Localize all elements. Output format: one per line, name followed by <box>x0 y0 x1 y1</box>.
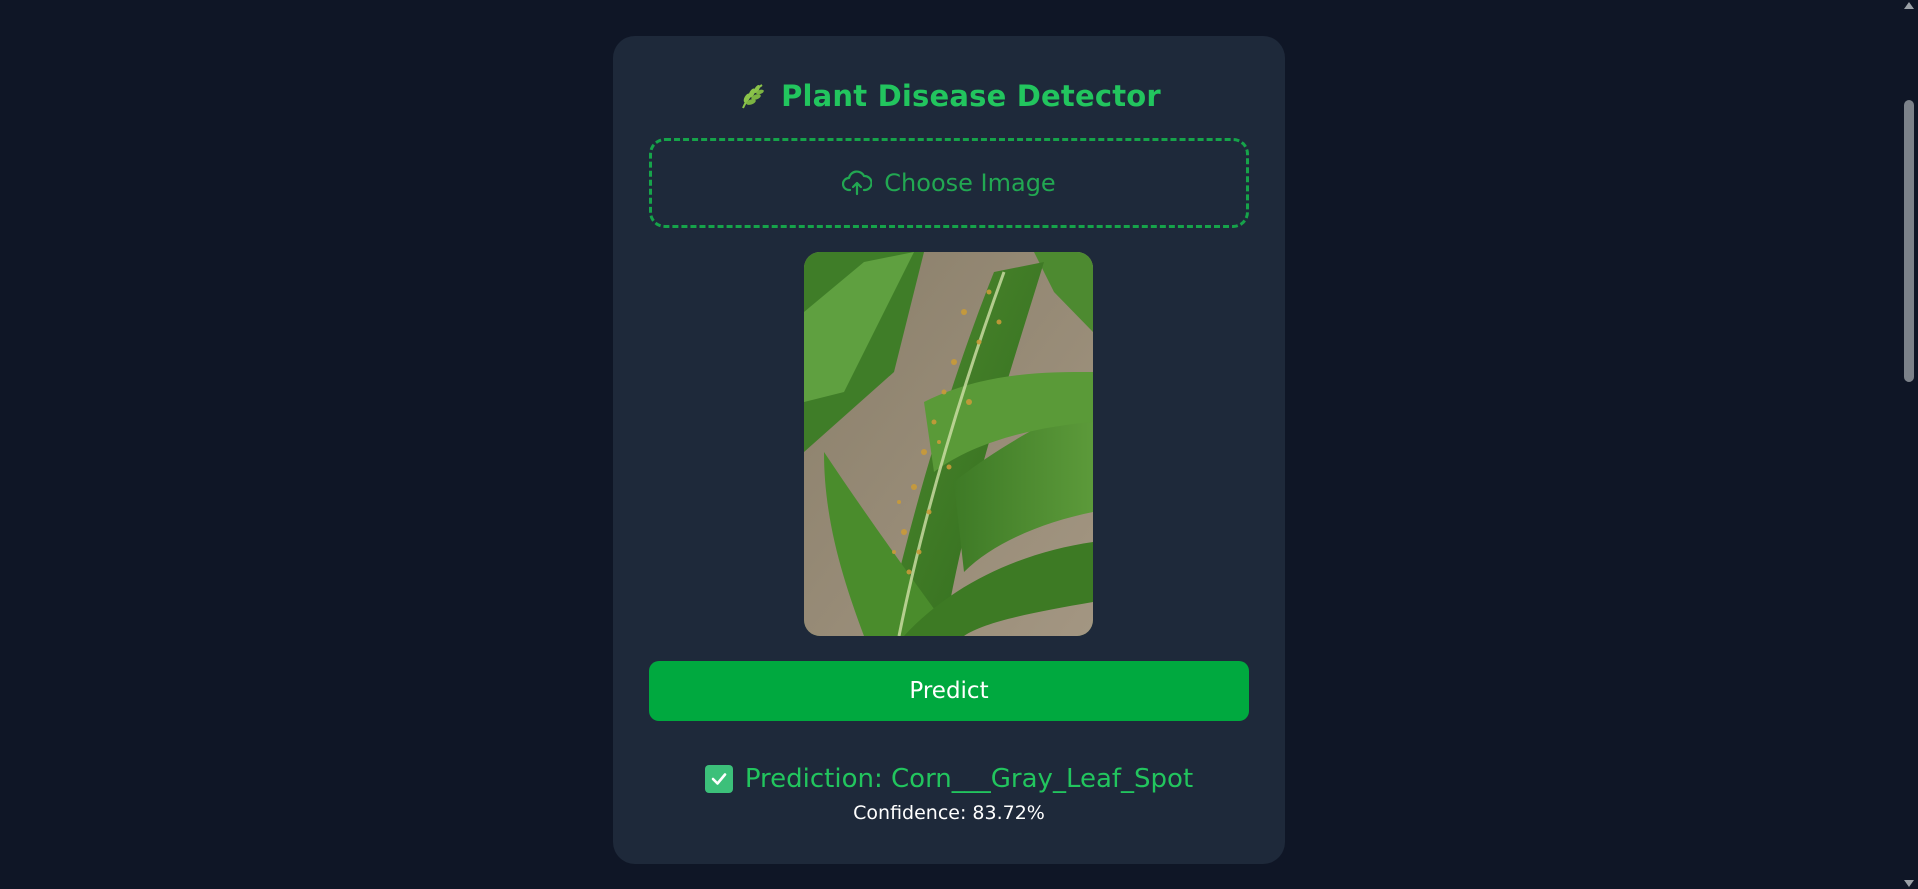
predict-button[interactable]: Predict <box>649 661 1249 721</box>
prediction-result: Prediction: Corn___Gray_Leaf_Spot <box>613 764 1285 794</box>
scroll-down-icon[interactable] <box>1904 880 1914 887</box>
choose-image-button[interactable]: Choose Image <box>649 138 1249 228</box>
herb-icon <box>737 81 767 111</box>
prediction-text: Prediction: Corn___Gray_Leaf_Spot <box>744 764 1194 794</box>
scroll-thumb[interactable] <box>1904 100 1914 382</box>
app-viewport: Plant Disease Detector Choose Image Pred… <box>0 0 1918 889</box>
leaf-image-preview <box>804 252 1093 636</box>
header: Plant Disease Detector <box>613 79 1285 113</box>
scroll-up-icon[interactable] <box>1904 2 1914 9</box>
page-title: Plant Disease Detector <box>781 79 1161 113</box>
confidence-text: Confidence: 83.72% <box>853 802 1045 824</box>
choose-image-label: Choose Image <box>884 169 1056 197</box>
cloud-upload-icon <box>842 170 873 196</box>
vertical-scrollbar[interactable] <box>1900 0 1918 889</box>
check-box-icon <box>704 765 733 793</box>
detector-card: Plant Disease Detector Choose Image Pred… <box>613 36 1285 864</box>
